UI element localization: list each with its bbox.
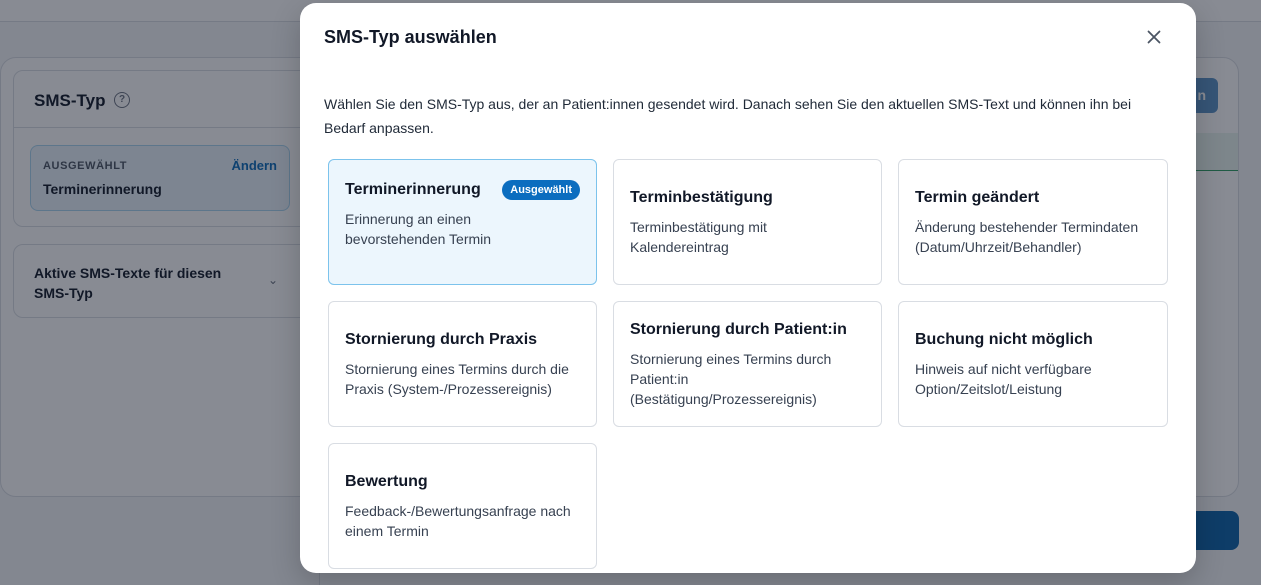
option-bewertung[interactable]: Bewertung Feedback-/Bewertungsanfrage na…: [328, 443, 597, 569]
close-button[interactable]: [1142, 25, 1166, 49]
sms-type-options: Terminerinnerung Ausgewählt Erinnerung a…: [328, 159, 1168, 569]
option-description: Stornierung eines Termins durch Patient:…: [630, 350, 832, 407]
modal-title: SMS-Typ auswählen: [324, 27, 497, 47]
option-terminerinnerung[interactable]: Terminerinnerung Ausgewählt Erinnerung a…: [328, 159, 597, 285]
option-title: Stornierung durch Praxis: [345, 330, 538, 348]
option-title: Stornierung durch Patient:in: [630, 320, 847, 338]
option-description: Änderung bestehender Termindaten (Datum/…: [915, 218, 1139, 255]
option-title: Buchung nicht möglich: [915, 330, 1093, 348]
option-title: Bewertung: [345, 472, 428, 490]
option-title: Termin geändert: [915, 188, 1040, 206]
option-description: Hinweis auf nicht verfügbare Option/Zeit…: [915, 360, 1092, 397]
modal-description: Wählen Sie den SMS-Typ aus, der an Patie…: [324, 96, 1132, 136]
option-stornierung-patient[interactable]: Stornierung durch Patient:in Stornierung…: [613, 301, 882, 427]
option-description: Feedback-/Bewertungsanfrage nach einem T…: [345, 502, 571, 539]
option-buchung-nicht-moeglich[interactable]: Buchung nicht möglich Hinweis auf nicht …: [898, 301, 1168, 427]
option-title: Terminbestätigung: [630, 188, 773, 206]
close-icon: [1147, 30, 1161, 44]
option-description: Stornierung eines Termins durch die Prax…: [345, 360, 569, 397]
selected-badge: Ausgewählt: [502, 180, 580, 200]
option-description: Erinnerung an einen bevorstehenden Termi…: [345, 211, 492, 247]
option-terminbestaetigung[interactable]: Terminbestätigung Terminbestätigung mit …: [613, 159, 882, 285]
option-stornierung-praxis[interactable]: Stornierung durch Praxis Stornierung ein…: [328, 301, 597, 427]
option-description: Terminbestätigung mit Kalendereintrag: [630, 218, 767, 255]
sms-type-modal: SMS-Typ auswählen Wählen Sie den SMS-Typ…: [300, 3, 1196, 573]
option-termin-geaendert[interactable]: Termin geändert Änderung bestehender Ter…: [898, 159, 1168, 285]
